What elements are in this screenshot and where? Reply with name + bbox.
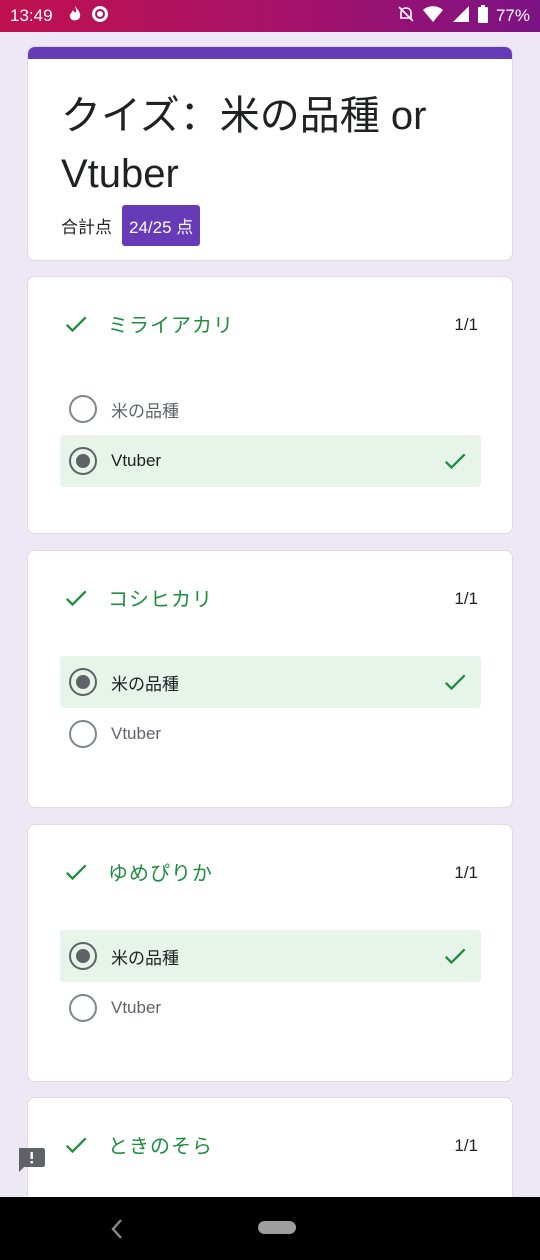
option-label: Vtuber bbox=[111, 998, 162, 1017]
form-title: クイズ：米の品種 or Vtuber bbox=[61, 94, 427, 196]
correct-check-icon bbox=[444, 453, 466, 470]
question-header: ときのそら bbox=[62, 1130, 213, 1159]
back-icon[interactable] bbox=[108, 1217, 126, 1241]
system-nav-bar bbox=[0, 1197, 540, 1260]
home-pill-icon[interactable] bbox=[258, 1221, 296, 1234]
radio-button[interactable] bbox=[69, 720, 97, 748]
correct-check-icon bbox=[65, 864, 87, 880]
score-row: 合計点 24/25 点 bbox=[61, 205, 201, 246]
correct-check-icon bbox=[65, 1137, 87, 1153]
form-header-card: クイズ：米の品種 or Vtuber 合計点 24/25 点 bbox=[27, 46, 513, 261]
question-header: コシヒカリ bbox=[62, 583, 213, 612]
flame-icon bbox=[67, 5, 83, 28]
option-vtuber[interactable]: Vtuber bbox=[60, 435, 481, 487]
question-title: ミライアカリ bbox=[108, 313, 234, 337]
refresh-circle-icon bbox=[91, 5, 109, 28]
question-card: ときのそら 1/1 bbox=[27, 1097, 513, 1197]
radio-button-selected[interactable] bbox=[69, 942, 97, 970]
option-label: 米の品種 bbox=[111, 674, 179, 694]
question-card: コシヒカリ 1/1 米の品種 Vtuber bbox=[27, 550, 513, 808]
question-title: ゆめぴりか bbox=[108, 861, 213, 885]
option-label: Vtuber bbox=[111, 724, 162, 743]
bell-off-icon bbox=[398, 5, 414, 28]
header-accent-bar bbox=[28, 47, 512, 59]
signal-icon bbox=[452, 5, 470, 28]
correct-check-icon bbox=[65, 316, 87, 332]
question-points: 1/1 bbox=[454, 1136, 478, 1155]
battery-percent: 77% bbox=[495, 6, 530, 25]
option-rice[interactable]: 米の品種 bbox=[60, 930, 481, 982]
question-points: 1/1 bbox=[454, 863, 478, 882]
option-vtuber[interactable]: Vtuber bbox=[60, 982, 481, 1034]
question-card: ゆめぴりか 1/1 米の品種 Vtuber bbox=[27, 824, 513, 1082]
wifi-icon bbox=[422, 5, 444, 28]
question-points: 1/1 bbox=[454, 589, 478, 608]
status-time: 13:49 bbox=[10, 6, 53, 25]
option-label: 米の品種 bbox=[111, 401, 179, 421]
option-rice[interactable]: 米の品種 bbox=[60, 383, 481, 435]
radio-button-selected[interactable] bbox=[69, 668, 97, 696]
correct-check-icon bbox=[444, 674, 466, 691]
score-label: 合計点 bbox=[61, 218, 112, 238]
question-header: ミライアカリ bbox=[62, 309, 234, 338]
option-label: Vtuber bbox=[111, 451, 162, 470]
feedback-icon bbox=[19, 1148, 45, 1172]
question-points: 1/1 bbox=[454, 315, 478, 334]
feedback-button[interactable] bbox=[16, 1146, 46, 1174]
option-vtuber[interactable]: Vtuber bbox=[60, 708, 481, 760]
status-bar: 13:49 77% bbox=[0, 0, 540, 32]
correct-check-icon bbox=[65, 590, 87, 606]
radio-button[interactable] bbox=[69, 395, 97, 423]
radio-button-selected[interactable] bbox=[69, 447, 97, 475]
form-scroll-area[interactable]: クイズ：米の品種 or Vtuber 合計点 24/25 点 ミライアカリ 1/… bbox=[0, 32, 540, 1197]
question-card: ミライアカリ 1/1 米の品種 Vtuber bbox=[27, 276, 513, 534]
option-rice[interactable]: 米の品種 bbox=[60, 656, 481, 708]
correct-check-icon bbox=[444, 948, 466, 965]
battery-icon bbox=[477, 4, 488, 28]
option-label: 米の品種 bbox=[111, 948, 179, 968]
score-badge: 24/25 点 bbox=[122, 205, 201, 246]
question-title: コシヒカリ bbox=[108, 587, 213, 611]
radio-button[interactable] bbox=[69, 994, 97, 1022]
question-title: ときのそら bbox=[108, 1134, 213, 1158]
question-header: ゆめぴりか bbox=[62, 857, 213, 886]
